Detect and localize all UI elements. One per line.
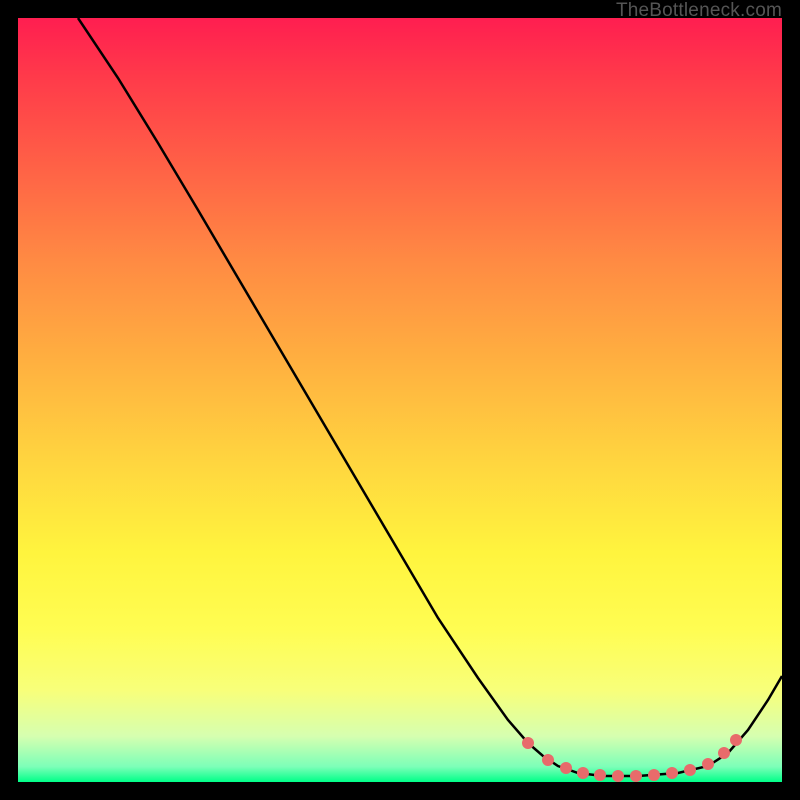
highlight-dots (522, 734, 742, 782)
highlight-dot (630, 770, 642, 782)
highlight-dot (577, 767, 589, 779)
highlight-dot (522, 737, 534, 749)
highlight-dot (666, 767, 678, 779)
plot-area (18, 18, 782, 782)
highlight-dot (612, 770, 624, 782)
highlight-dot (730, 734, 742, 746)
bottleneck-curve (78, 18, 782, 776)
highlight-dot (648, 769, 660, 781)
chart-frame: TheBottleneck.com (0, 0, 800, 800)
curve-svg (18, 18, 782, 782)
highlight-dot (684, 764, 696, 776)
highlight-dot (702, 758, 714, 770)
highlight-dot (594, 769, 606, 781)
highlight-dot (560, 762, 572, 774)
highlight-dot (718, 747, 730, 759)
watermark-text: TheBottleneck.com (616, 0, 782, 22)
highlight-dot (542, 754, 554, 766)
